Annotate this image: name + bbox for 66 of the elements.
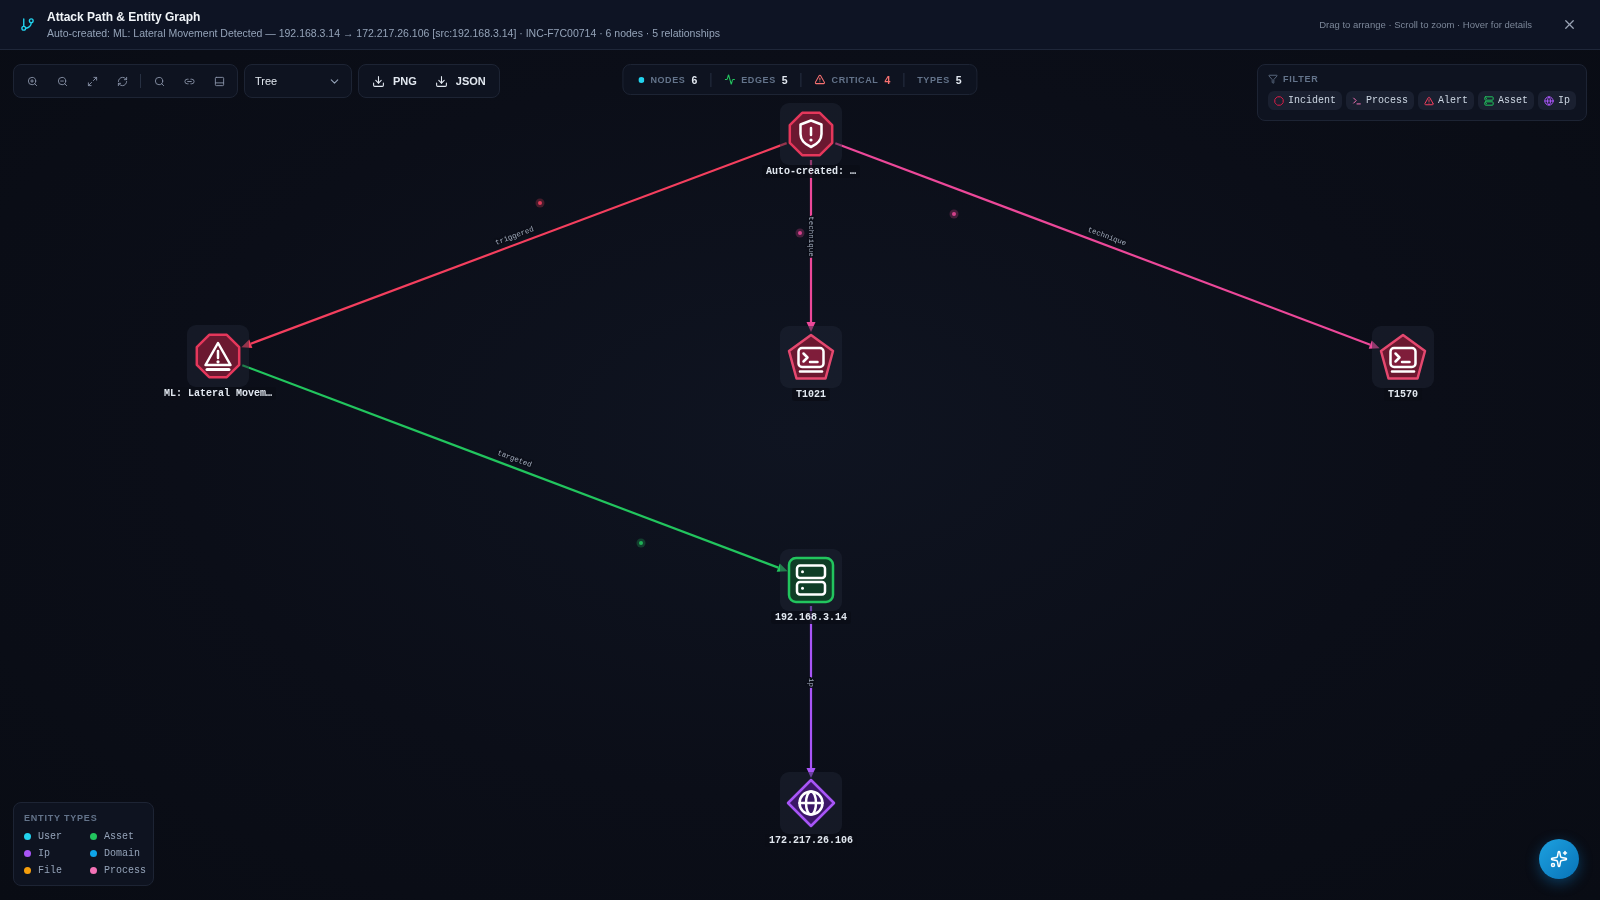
filter-chip[interactable]: Asset [1477, 91, 1534, 110]
export-button[interactable]: PNG [365, 68, 424, 94]
node-label: 192.168.3.14 [771, 611, 851, 624]
globe-icon [786, 778, 836, 828]
legend-label: Asset [104, 831, 134, 842]
dot-icon [638, 76, 645, 83]
zoom-in-icon [26, 75, 38, 87]
help-hint: Drag to arrange · Scroll to zoom · Hover for details [1319, 19, 1532, 30]
filter-chip[interactable]: Ip [1538, 91, 1576, 110]
stat-value: 6 [691, 73, 698, 86]
graph-node[interactable] [780, 772, 842, 834]
layout-dropdown[interactable]: Tree [244, 64, 352, 98]
node-label: T1021 [792, 388, 830, 401]
export-button[interactable]: JSON [427, 68, 493, 94]
stat-label: CRITICAL [831, 74, 879, 85]
globe-icon [1544, 95, 1554, 106]
window-subtitle: Auto-created: ML: Lateral Movement Detected — 192.168.3.14 → 172.217.26.106 [src:192.168.3.14] · INC-F7C00714 · 6 nodes · 5 relationships [47, 27, 721, 39]
graph-node[interactable] [780, 326, 842, 388]
particle-dot-icon [636, 538, 646, 548]
stat-label: EDGES [741, 74, 776, 85]
filter-icon [1267, 74, 1278, 84]
branch-icon [20, 17, 35, 32]
legend-label: User [38, 831, 62, 842]
window-title: Attack Path & Entity Graph [47, 10, 202, 24]
legend-label: Domain [104, 848, 140, 859]
filter-chip[interactable]: Incident [1267, 91, 1342, 110]
shield-alert-icon [786, 109, 836, 159]
legend-title: ENTITY TYPES [24, 813, 99, 823]
filter-chip[interactable]: Process [1345, 91, 1414, 110]
stat-value: 5 [781, 73, 788, 86]
terminal-icon [1378, 332, 1428, 382]
particle-dot-icon [795, 228, 805, 238]
graph-node[interactable] [187, 325, 249, 387]
server-icon [786, 555, 836, 605]
octagon-icon [1273, 95, 1284, 106]
warning-icon [193, 331, 243, 381]
terminal-icon [1351, 95, 1362, 106]
pulse-icon [724, 74, 736, 85]
node-label: Auto-created: … [762, 165, 860, 178]
particle-dot-icon [535, 198, 545, 208]
panel-icon [213, 75, 225, 87]
sparkles-icon [1550, 850, 1568, 868]
graph-node[interactable] [780, 549, 842, 611]
graph-node[interactable] [1372, 326, 1434, 388]
filter-title: FILTER [1282, 74, 1319, 84]
expand-icon [86, 75, 98, 87]
legend-label: Ip [38, 848, 50, 859]
graph-node[interactable] [780, 103, 842, 165]
legend-label: Process [104, 865, 146, 876]
stat-label: TYPES [917, 74, 950, 85]
stat-value: 4 [884, 73, 891, 86]
warning-icon [1423, 95, 1434, 106]
stat-label: NODES [650, 74, 686, 85]
download-icon [372, 74, 385, 88]
warning-icon [814, 74, 826, 85]
zoom-out-icon [56, 75, 68, 87]
terminal-icon [786, 332, 836, 382]
particle-dot-icon [949, 209, 959, 219]
legend-label: File [38, 865, 62, 876]
download-icon [434, 74, 448, 88]
assistant-button[interactable] [1539, 839, 1579, 879]
search-icon [153, 75, 165, 87]
server-icon [1483, 95, 1494, 106]
refresh-icon [116, 75, 128, 87]
filter-chip[interactable]: Alert [1417, 91, 1474, 110]
stat-value: 5 [955, 73, 962, 86]
